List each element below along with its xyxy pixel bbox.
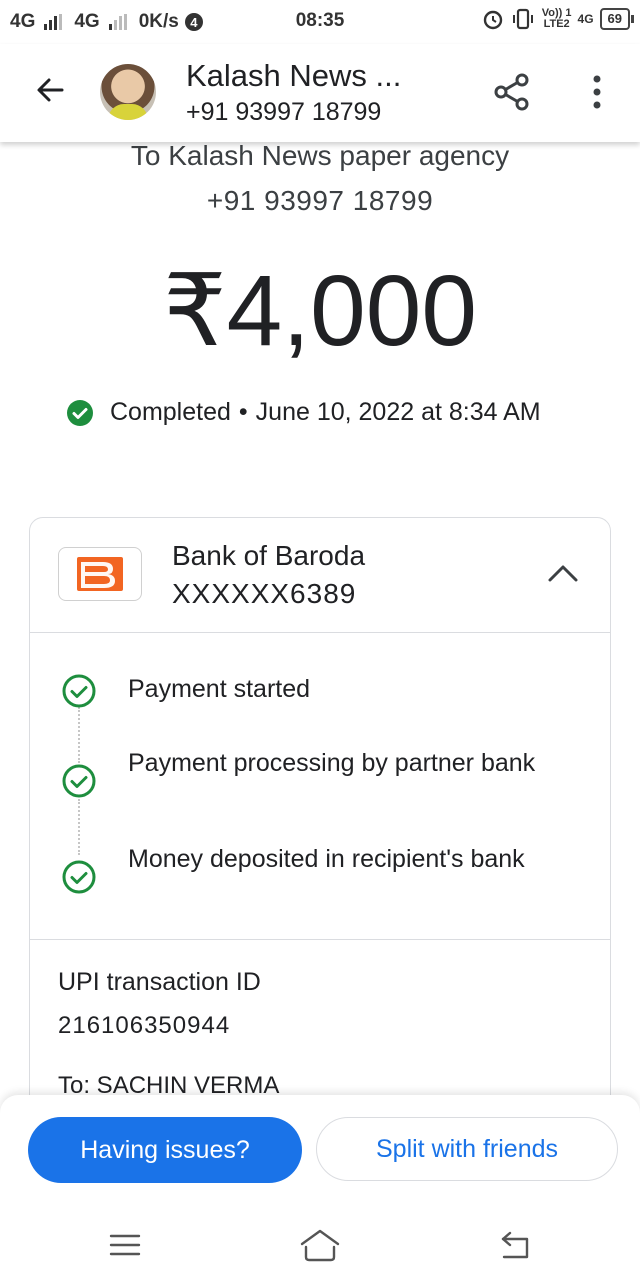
net3-label: 4G: [577, 11, 594, 26]
step-connector: [78, 707, 80, 763]
having-issues-button[interactable]: Having issues?: [28, 1117, 302, 1183]
system-navigation-bar: [0, 1215, 640, 1280]
bank-of-baroda-logo: [58, 547, 142, 601]
payment-status: Completed • June 10, 2022 at 8:34 AM: [66, 398, 541, 427]
vibrate-icon: [512, 8, 533, 30]
alarm-icon: [483, 10, 502, 30]
recent-apps-icon[interactable]: [108, 1231, 142, 1259]
bank-account-number: XXXXXX6389: [172, 578, 357, 609]
status-separator: •: [238, 398, 248, 426]
volte-indicator: Vo)) 1 LTE2: [542, 8, 572, 30]
step-label: Money deposited in recipient's bank: [128, 845, 525, 873]
back-arrow-icon[interactable]: [32, 72, 68, 108]
bank-name: Bank of Baroda: [172, 540, 366, 571]
status-text: Completed: [110, 398, 231, 426]
back-icon[interactable]: [498, 1229, 532, 1261]
contact-name: Kalash News ...: [186, 58, 402, 93]
status-datetime: June 10, 2022 at 8:34 AM: [255, 398, 541, 426]
step-label: Payment started: [128, 675, 311, 703]
chevron-up-icon[interactable]: [546, 562, 580, 584]
bottom-action-bar: Having issues? Split with friends: [0, 1095, 640, 1215]
recipient-phone: +91 93997 18799: [206, 185, 434, 216]
app-bar: Kalash News ... +91 93997 18799: [0, 44, 640, 142]
split-with-friends-button[interactable]: Split with friends: [316, 1117, 618, 1181]
home-icon[interactable]: [298, 1227, 342, 1263]
share-icon[interactable]: [492, 72, 532, 112]
step-check-icon: [62, 674, 96, 708]
step-connector: [78, 799, 80, 855]
payment-progress-steps: Payment started Payment processing by pa…: [30, 633, 610, 940]
avatar[interactable]: [100, 64, 156, 120]
step-check-icon: [62, 860, 96, 894]
battery-icon: 69: [599, 8, 635, 30]
volte-bottom-label: LTE2: [543, 18, 570, 30]
contact-phone: +91 93997 18799: [186, 98, 382, 126]
step-label: Payment processing by partner bank: [128, 749, 536, 777]
payment-amount: ₹4,000: [163, 255, 477, 367]
completed-check-icon: [67, 399, 93, 426]
step-check-icon: [62, 764, 96, 798]
upi-transaction-id[interactable]: 216106350944: [58, 1012, 230, 1040]
transaction-details-card: Bank of Baroda XXXXXX6389 Payment starte…: [29, 517, 611, 1159]
status-bar: 4G 4G 0K/s 4 08:35 Vo)) 1 LTE2 4G 69: [0, 0, 640, 44]
recipient-line: To Kalash News paper agency: [130, 140, 510, 171]
upi-transaction-id-label: UPI transaction ID: [58, 968, 261, 996]
more-options-icon[interactable]: [586, 74, 608, 110]
bank-account-row[interactable]: Bank of Baroda XXXXXX6389: [30, 518, 610, 633]
